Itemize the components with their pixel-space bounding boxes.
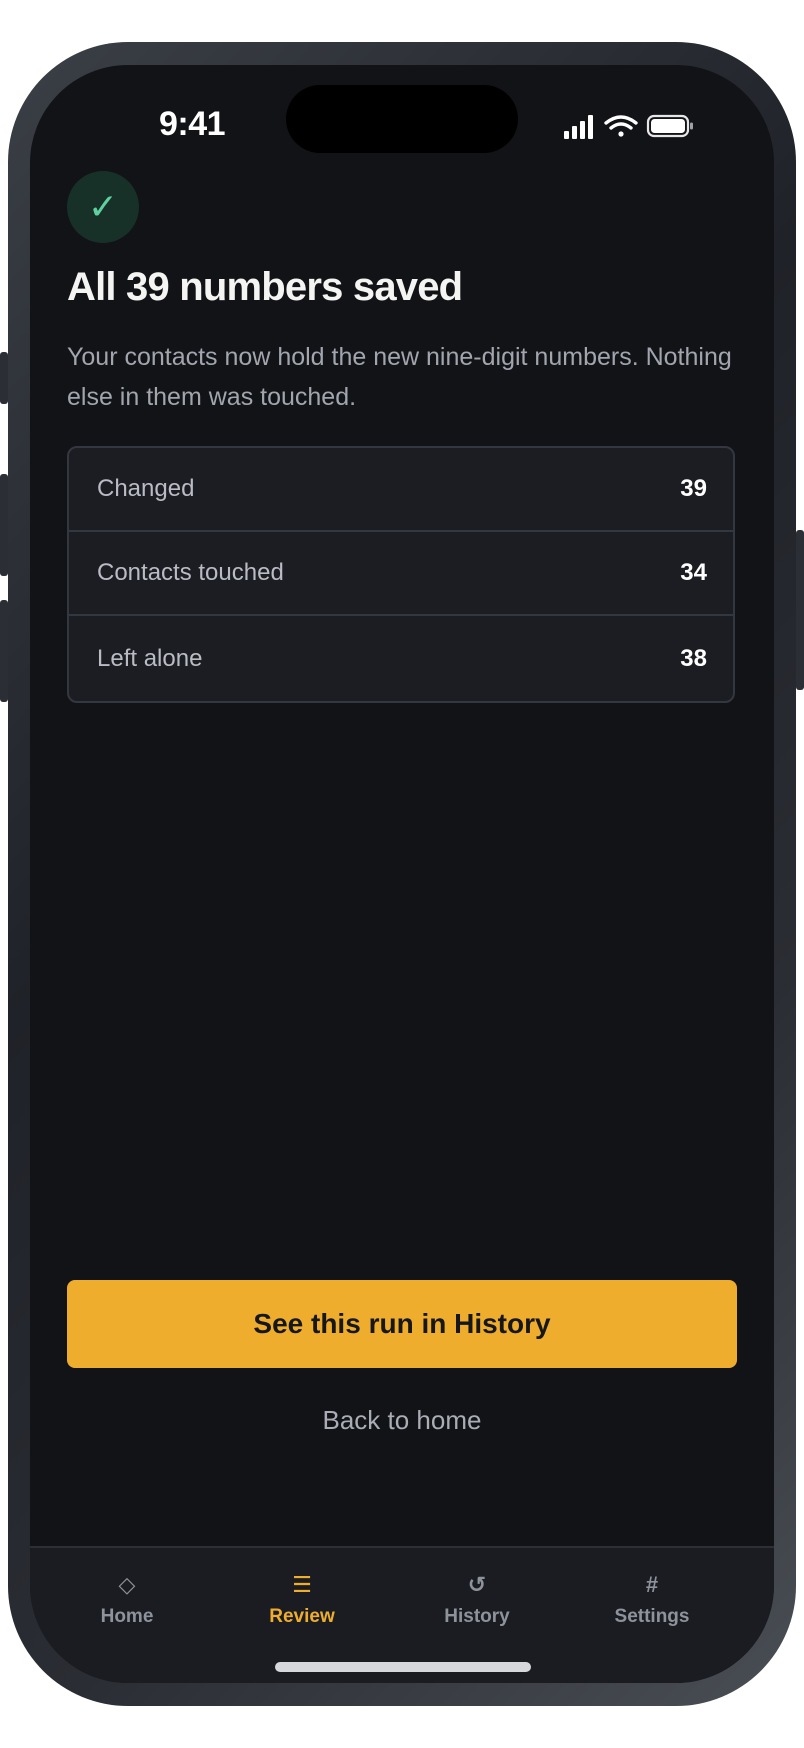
signal-icon <box>564 115 593 139</box>
mute-switch <box>0 352 8 404</box>
status-icons <box>564 114 693 139</box>
stat-value: 38 <box>680 644 707 672</box>
battery-icon <box>646 114 693 138</box>
tab-history[interactable]: ↺ History <box>392 1572 562 1628</box>
tab-label: Review <box>269 1606 335 1627</box>
history-icon: ↺ <box>467 1572 487 1597</box>
home-indicator[interactable] <box>275 1662 531 1672</box>
volume-up-button <box>0 474 8 576</box>
stat-value: 39 <box>680 475 707 502</box>
tab-settings[interactable]: # Settings <box>567 1572 737 1628</box>
back-to-home-link[interactable]: Back to home <box>67 1395 737 1445</box>
volume-down-button <box>0 600 8 702</box>
see-run-in-history-button[interactable]: See this run in History <box>67 1280 737 1368</box>
success-check-icon: ✓ <box>67 171 139 243</box>
tab-label: Home <box>100 1606 154 1627</box>
summary-card: Changed 39 Contacts touched 34 Left alon… <box>67 446 735 703</box>
list-icon: ☰ <box>292 1572 312 1597</box>
tab-label: History <box>444 1606 510 1627</box>
stat-row-changed: Changed 39 <box>69 448 733 532</box>
stat-label: Left alone <box>97 644 203 672</box>
tab-home[interactable]: ◇ Home <box>42 1572 212 1628</box>
status-time: 9:41 <box>158 105 226 143</box>
stat-row-contacts-touched: Contacts touched 34 <box>69 532 733 616</box>
tab-label: Settings <box>614 1606 690 1627</box>
power-button <box>796 530 804 690</box>
diamond-icon: ◇ <box>118 1572 136 1597</box>
stat-value: 34 <box>680 559 707 586</box>
page-description: Your contacts now hold the new nine-digi… <box>67 343 732 411</box>
stat-label: Changed <box>97 475 195 502</box>
stat-row-left-alone: Left alone 38 <box>69 616 733 701</box>
hash-icon: # <box>645 1572 659 1597</box>
page-title: All 39 numbers saved <box>67 265 463 309</box>
dynamic-island <box>286 85 518 153</box>
app-screen: 9:41 ✓ All 39 numbers saved Your contact… <box>30 65 774 1683</box>
wifi-icon <box>604 115 638 137</box>
tab-review[interactable]: ☰ Review <box>217 1572 387 1628</box>
stat-label: Contacts touched <box>97 559 284 586</box>
